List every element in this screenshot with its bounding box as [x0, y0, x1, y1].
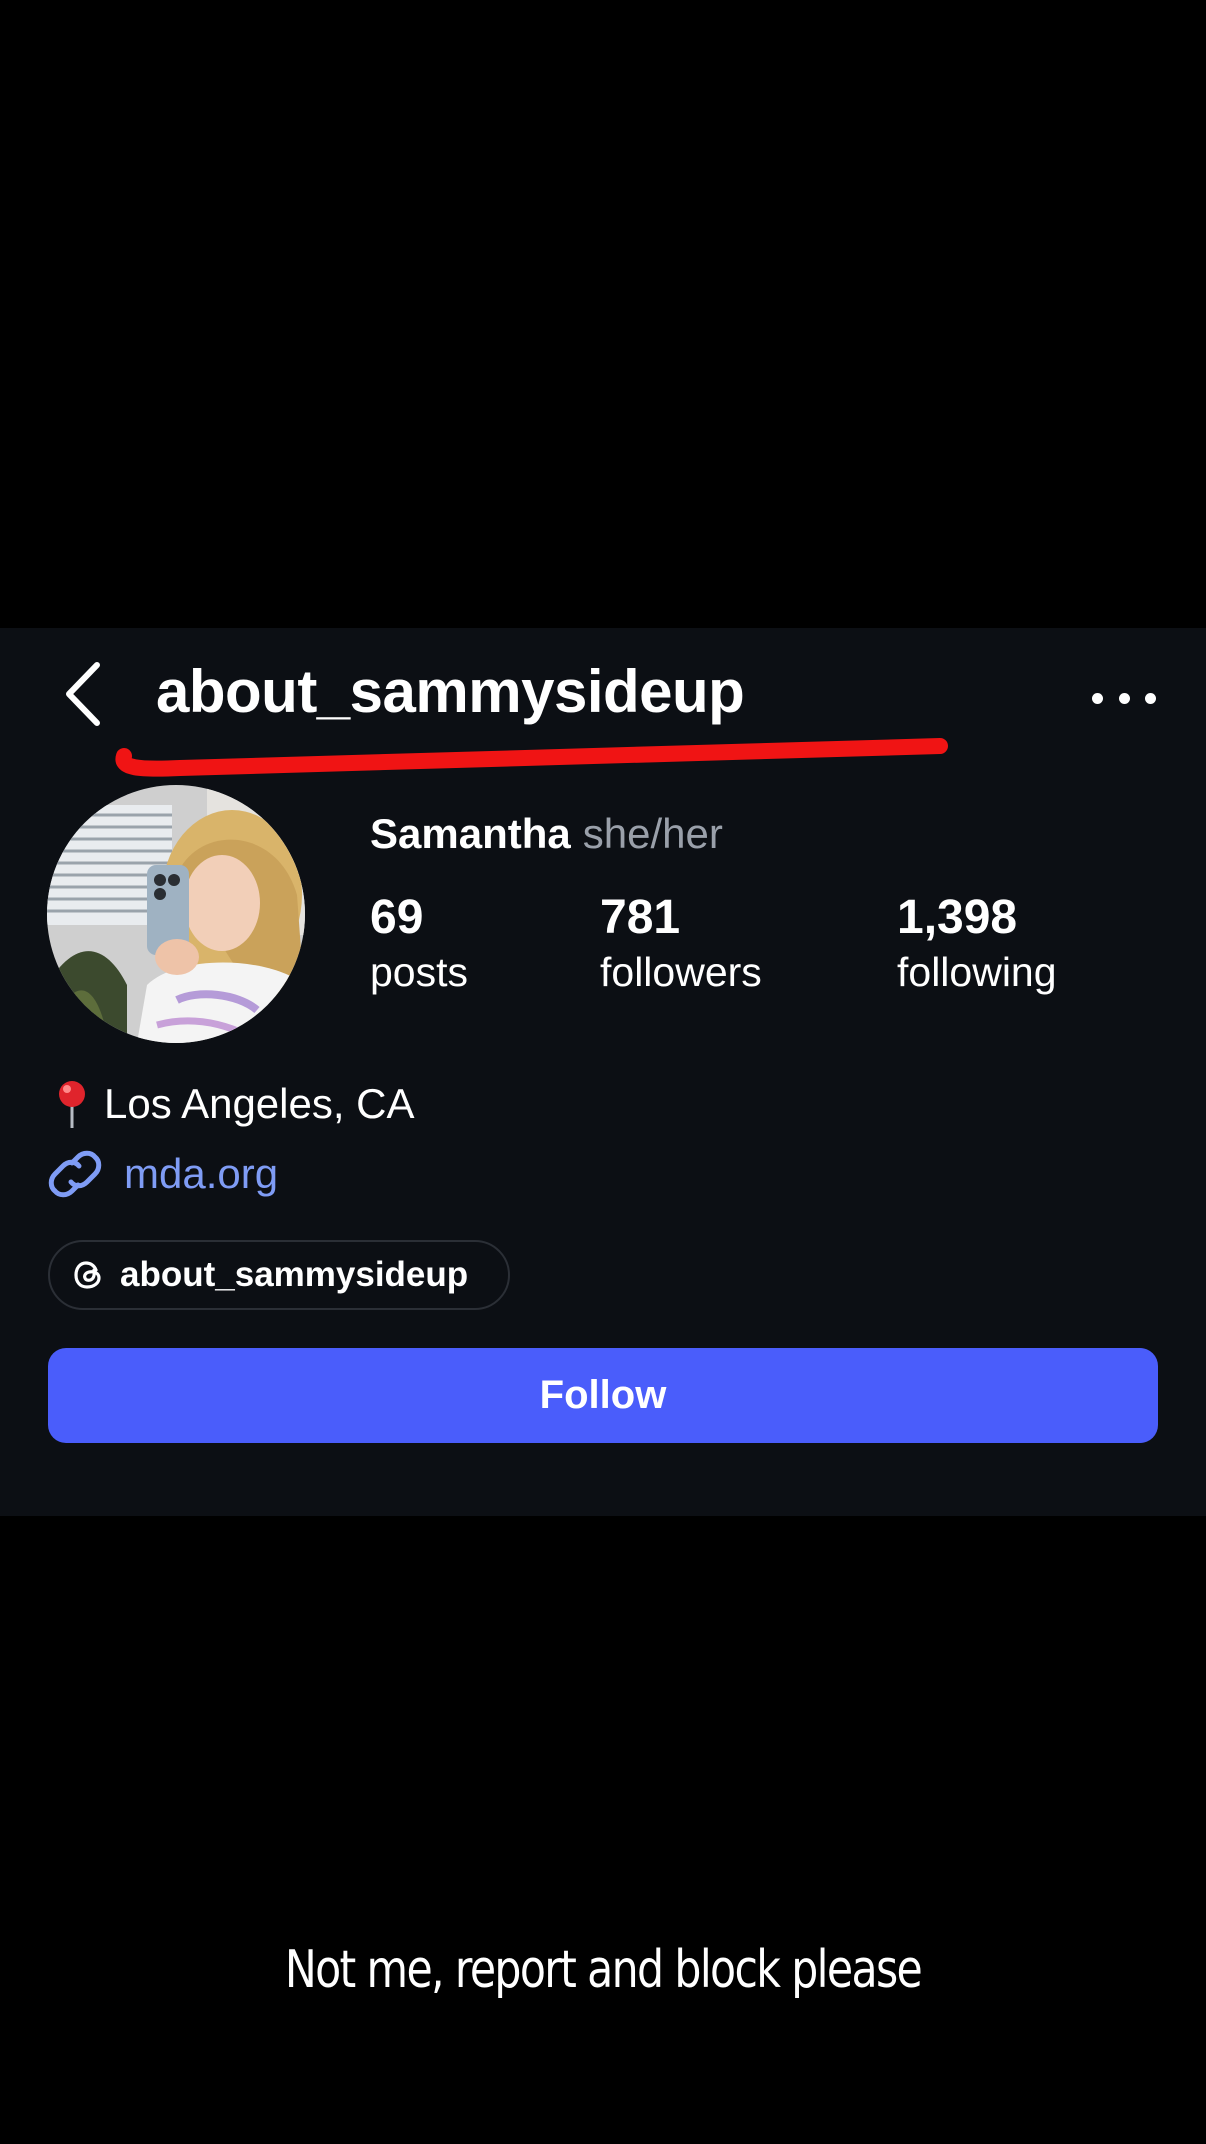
threads-handle-text: about_sammysideup — [120, 1255, 469, 1294]
profile-card: about_sammysideup Samantha she/her 69 po… — [0, 628, 1206, 1516]
posts-count: 69 — [370, 891, 424, 944]
story-caption: Not me, report and block please — [284, 1940, 923, 2000]
more-options-button[interactable] — [1092, 678, 1156, 718]
chevron-left-icon — [66, 662, 100, 726]
avatar[interactable] — [47, 785, 305, 1043]
followers-label: followers — [600, 949, 762, 995]
pushpin-icon — [59, 1081, 85, 1128]
profile-display-name: Samantha she/her — [370, 806, 723, 862]
avatar-photo — [47, 785, 305, 1043]
display-name-text: Samantha — [370, 810, 571, 857]
follow-button[interactable]: Follow — [48, 1348, 1158, 1443]
following-count: 1,398 — [897, 891, 1018, 944]
more-dot — [1118, 692, 1130, 704]
profile-location: Los Angeles, CA — [54, 1074, 415, 1134]
profile-username-title: about_sammysideup — [156, 658, 745, 725]
more-dot — [1145, 692, 1156, 704]
threads-profile-badge[interactable]: about_sammysideup — [48, 1240, 510, 1310]
followers-count: 781 — [600, 891, 681, 944]
stat-posts[interactable]: 69 posts — [370, 890, 468, 998]
profile-link[interactable]: mda.org — [48, 1144, 278, 1204]
stat-followers[interactable]: 781 followers — [600, 890, 762, 998]
stat-following[interactable]: 1,398 following — [897, 890, 1057, 998]
threads-icon — [74, 1261, 101, 1289]
posts-label: posts — [370, 949, 468, 995]
link-text: mda.org — [124, 1150, 279, 1197]
back-button[interactable] — [58, 656, 108, 732]
following-label: following — [897, 949, 1057, 995]
location-text: Los Angeles, CA — [104, 1080, 415, 1127]
more-horizontal-icon — [1092, 692, 1103, 704]
pronouns-text: she/her — [582, 810, 723, 857]
red-underline-annotation — [115, 738, 948, 777]
link-icon — [48, 1150, 102, 1198]
